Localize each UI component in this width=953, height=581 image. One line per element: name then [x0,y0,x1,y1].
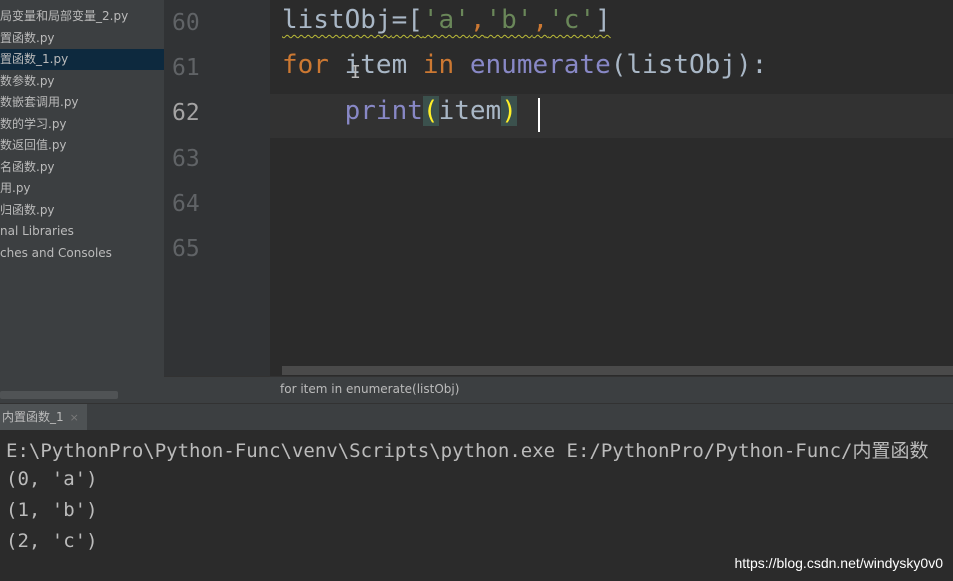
line-number: 63 [172,146,200,172]
builtin-function: enumerate [469,50,611,80]
project-tree: 局变量和局部变量_2.py 置函数.py 置函数_1.py 数参数.py 数嵌套… [0,0,164,403]
line-number-current: 62 [172,100,200,126]
string-literal: 'b' [485,5,533,35]
code-editor[interactable]: listObj=['a','b','c'] for item in enumer… [270,0,953,376]
tree-item[interactable]: 数参数.py [0,71,164,92]
identifier: item [328,50,423,80]
bracket: ] [595,5,611,35]
identifier: item [438,96,502,126]
breadcrumb-bar: for item in enumerate(listObj) [164,376,953,404]
line-number: 64 [172,191,200,217]
operator: =[ [391,5,423,35]
sidebar-horizontal-scrollbar[interactable] [0,391,118,399]
tree-item-external-libraries[interactable]: nal Libraries [0,221,164,242]
keyword-in: in [422,50,455,80]
tree-item[interactable]: 数嵌套调用.py [0,92,164,113]
comma: , [532,5,549,35]
line-number-gutter: 60 61 62 63 64 65 [164,0,271,376]
code-line-62[interactable]: print(item) [282,96,517,126]
line-number: 60 [172,10,200,36]
identifier: listObj [282,5,392,35]
close-icon[interactable]: × [70,411,79,424]
console-line: (0, 'a') [6,468,98,490]
tree-item[interactable]: 数的学习.py [0,114,164,135]
line-number: 61 [172,55,200,81]
console-line-command: E:\PythonPro\Python-Func\venv\Scripts\py… [6,440,929,462]
tree-item[interactable]: 归函数.py [0,200,164,221]
string-literal: 'c' [548,5,596,35]
console-line: (1, 'b') [6,499,98,521]
matched-paren: ) [501,96,517,126]
line-number: 65 [172,236,200,262]
tree-item-scratches[interactable]: ches and Consoles [0,243,164,264]
tree-item[interactable]: 置函数.py [0,28,164,49]
call-args: (listObj): [610,50,768,80]
run-tool-window-header: 内置函数_1 × [0,403,953,431]
breadcrumb[interactable]: for item in enumerate(listObj) [280,382,459,396]
console-line: (2, 'c') [6,530,98,552]
builtin-function: print [344,96,423,126]
tree-item[interactable]: 用.py [0,178,164,199]
run-tab[interactable]: 内置函数_1 × [0,404,87,431]
string-literal: 'a' [422,5,470,35]
keyword-for: for [282,50,329,80]
comma: , [469,5,486,35]
code-line-60[interactable]: listObj=['a','b','c'] [282,5,611,35]
tree-item-selected[interactable]: 置函数_1.py [0,49,164,70]
run-tab-label: 内置函数_1 [2,410,64,424]
tree-item[interactable]: 数返回值.py [0,135,164,156]
matched-paren: ( [422,96,439,126]
text-caret [538,98,540,132]
watermark: https://blog.csdn.net/windysky0v0 [734,555,943,571]
tree-item[interactable]: 局变量和局部变量_2.py [0,6,164,27]
editor-horizontal-scrollbar[interactable] [282,366,953,375]
tree-item[interactable]: 名函数.py [0,157,164,178]
ibeam-cursor-icon: I [350,62,361,83]
